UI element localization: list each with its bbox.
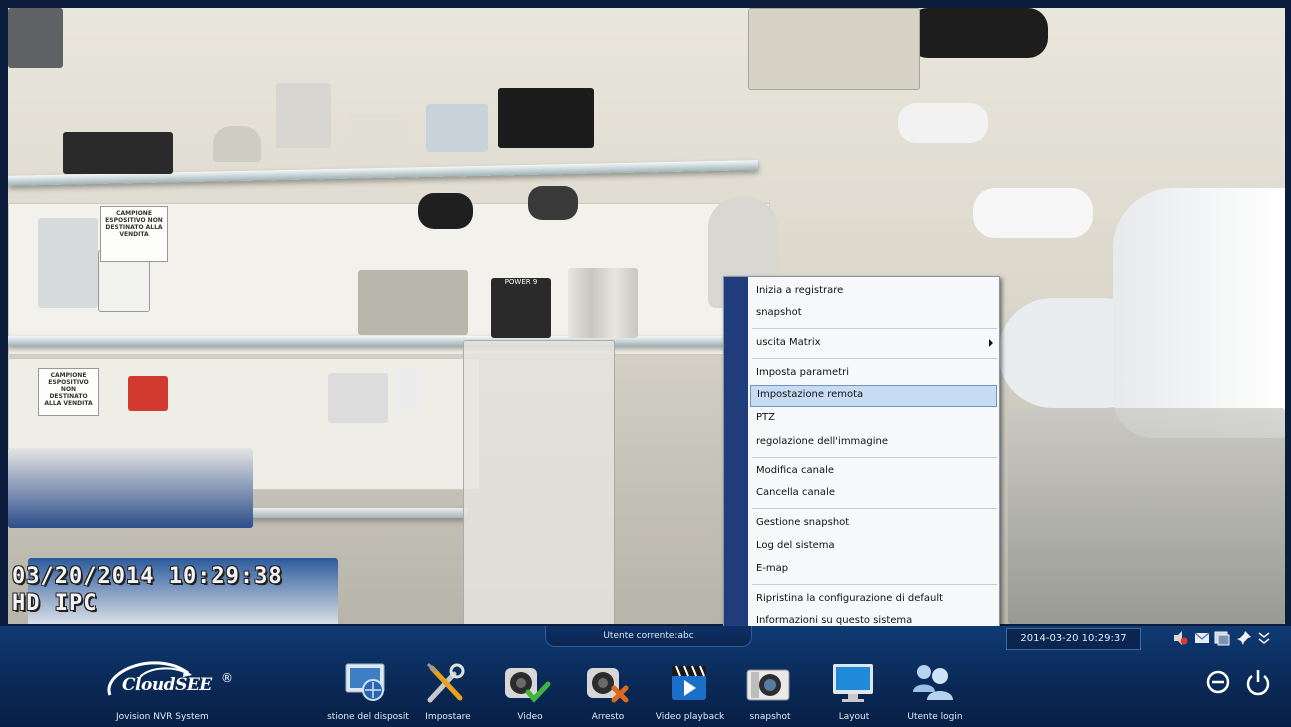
cloudsee-logo: CloudSEE ® (104, 659, 244, 701)
system-name: Jovision NVR System (116, 712, 209, 722)
stop-label: Arresto (591, 712, 625, 722)
device-siren (128, 376, 168, 411)
playback-icon (672, 665, 706, 700)
frame-top-left (8, 8, 63, 68)
video-playback-button[interactable] (668, 662, 718, 704)
user-login-label: Utente login (907, 712, 963, 722)
snapshot-button[interactable] (745, 662, 795, 704)
menu-item-matrix-output-label: uscita Matrix (756, 337, 821, 348)
bullet-cam-right-2 (973, 188, 1093, 238)
menu-item-matrix-output[interactable]: uscita Matrix (750, 333, 997, 353)
monitor-icon (833, 664, 873, 702)
boxes (8, 448, 253, 528)
device-dark (63, 132, 173, 174)
menu-item-ptz[interactable]: PTZ (750, 408, 997, 428)
video-frame: POWER 9 CAMPIONE ESPOSITIVO NON DESTINAT… (0, 0, 1291, 626)
display-case (463, 340, 615, 624)
device-management-label: stione del disposit (327, 712, 409, 722)
settings-button[interactable] (424, 662, 474, 704)
glass-shelf-mid (8, 336, 748, 346)
device-board (358, 270, 468, 335)
big-cam-foreground (1113, 188, 1285, 438)
device-bullet-cam-2 (528, 186, 578, 220)
device-keypad (426, 104, 488, 152)
device-management-button[interactable] (343, 662, 393, 704)
menu-separator (752, 508, 997, 509)
demo-sign-1: CAMPIONE ESPOSITIVO NON DESTINATO ALLA V… (100, 206, 168, 262)
menu-separator (752, 358, 997, 359)
submenu-arrow-icon (989, 339, 993, 347)
device-power-box: POWER 9 (491, 278, 551, 338)
window-icon[interactable] (1214, 630, 1230, 646)
menu-item-set-parameters[interactable]: Imposta parametri (750, 363, 997, 383)
menu-item-remote-settings[interactable]: Impostazione remota (750, 385, 997, 407)
logo-text: CloudSEE (122, 675, 212, 695)
snapshot-label: snapshot (749, 712, 791, 722)
device-tubes (568, 268, 638, 338)
device-management-icon (345, 663, 385, 701)
device-panel (348, 114, 408, 154)
device-keypad-2 (393, 368, 423, 408)
menu-separator (752, 328, 997, 329)
osd-camera-label: HD IPC (12, 591, 98, 616)
menu-item-restore-defaults[interactable]: Ripristina la configurazione di default (750, 589, 997, 609)
stop-button[interactable] (584, 662, 634, 704)
demo-sign-2: CAMPIONE ESPOSITIVO NON DESTINATO ALLA V… (38, 368, 99, 416)
settings-tools-icon (426, 662, 465, 703)
device-alarm (38, 218, 98, 308)
system-datetime: 2014-03-20 10:29:37 (1006, 628, 1141, 650)
bullet-cam-right-1 (898, 103, 988, 143)
registered-mark: ® (221, 671, 233, 685)
power-box-label: POWER 9 (504, 278, 538, 286)
video-label: Video (517, 712, 543, 722)
pin-icon[interactable] (1236, 630, 1252, 646)
video-playback-label: Video playback (655, 712, 725, 722)
demo-sign-1-text: CAMPIONE ESPOSITIVO NON DESTINATO ALLA V… (105, 210, 163, 238)
device-sensor (328, 373, 388, 423)
mute-icon[interactable] (1172, 630, 1188, 646)
chevron-down-icon[interactable] (1256, 630, 1272, 646)
video-stop-icon (587, 668, 629, 703)
context-menu: Inizia a registrare snapshot uscita Matr… (723, 276, 1000, 635)
menu-item-image-adjust[interactable]: regolazione dell'immagine (750, 432, 997, 452)
device-dome (213, 126, 261, 162)
user-login-button[interactable] (910, 662, 960, 704)
menu-separator (752, 584, 997, 585)
camera-icon (746, 669, 790, 701)
menu-item-snapshot[interactable]: snapshot (750, 303, 997, 323)
video-record-button[interactable] (502, 662, 552, 704)
camera-video-feed[interactable]: POWER 9 CAMPIONE ESPOSITIVO NON DESTINAT… (8, 8, 1285, 624)
power-icon[interactable] (1244, 668, 1272, 696)
menu-item-start-recording[interactable]: Inizia a registrare (750, 281, 997, 301)
osd-timestamp: 03/20/2014 10:29:38 (12, 564, 283, 589)
users-icon (913, 665, 953, 700)
menu-item-delete-channel[interactable]: Cancella canale (750, 483, 997, 503)
menu-item-system-log[interactable]: Log del sistema (750, 536, 997, 556)
dark-cam-top (908, 8, 1048, 58)
settings-label: Impostare (425, 712, 471, 722)
glass-counter (1008, 408, 1285, 624)
menu-item-edit-channel[interactable]: Modifica canale (750, 461, 997, 481)
device-ir-array (498, 88, 594, 148)
window-top (748, 8, 920, 90)
mail-icon[interactable] (1194, 630, 1210, 646)
video-start-icon (505, 668, 551, 703)
demo-sign-2-text: CAMPIONE ESPOSITIVO NON DESTINATO ALLA V… (44, 372, 93, 407)
menu-item-emap[interactable]: E-map (750, 559, 997, 579)
menu-separator (752, 457, 997, 458)
context-menu-rail (724, 277, 748, 634)
current-user-status: Utente corrente:abc (545, 626, 752, 647)
device-bullet-cam (418, 193, 473, 229)
layout-label: Layout (838, 712, 870, 722)
minimize-icon[interactable] (1204, 668, 1232, 696)
menu-item-snapshot-management[interactable]: Gestione snapshot (750, 513, 997, 533)
device-ptz (276, 83, 331, 148)
layout-button[interactable] (830, 662, 880, 704)
